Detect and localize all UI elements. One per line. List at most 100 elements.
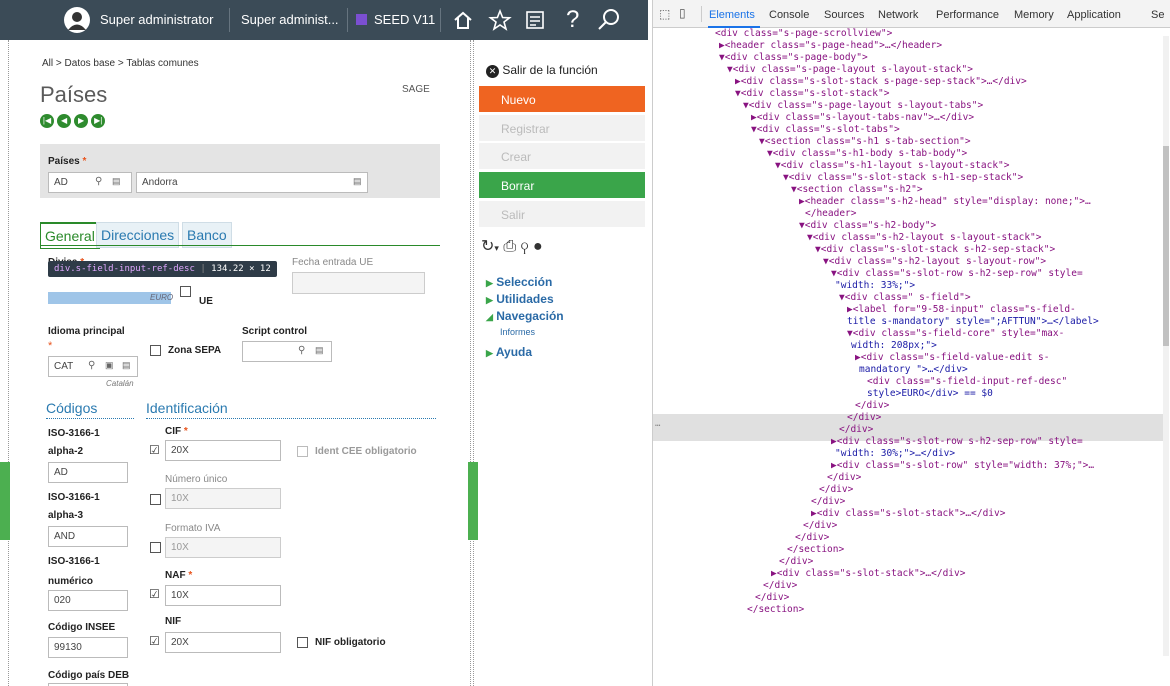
search-icon[interactable]: ⚲	[95, 176, 102, 187]
dom-node-line[interactable]: </div>	[839, 424, 873, 436]
dom-node-line[interactable]: </header>	[805, 208, 856, 220]
nif-oblig-checkbox[interactable]	[297, 637, 308, 648]
fecha-ue-input[interactable]	[292, 272, 425, 294]
prev-record-icon[interactable]: ◀	[57, 114, 72, 128]
chevron-down-icon[interactable]: ▾	[494, 243, 499, 253]
borrar-button[interactable]: Borrar	[479, 172, 645, 198]
dom-node-line[interactable]: ▼<div class="s-page-layout s-layout-tabs…	[743, 100, 983, 112]
menu-seleccion[interactable]: ▶ Selección	[486, 275, 552, 289]
list-icon[interactable]: ▤	[122, 360, 131, 371]
naf-input[interactable]: 10X	[165, 585, 281, 606]
dom-node-line[interactable]: ▶<div class="s-slot-stack">…</div>	[811, 508, 1005, 520]
dom-node-line[interactable]: ▶<header class="s-h2-head" style="displa…	[799, 196, 1091, 208]
list-icon[interactable]: ▤	[315, 345, 324, 356]
dom-node-line[interactable]: ▼<div class="s-h1-layout s-layout-stack"…	[775, 160, 1010, 172]
tab-sources[interactable]: Sources	[824, 9, 864, 21]
refresh-icon[interactable]: ↻	[481, 238, 494, 255]
formato-iva-checkbox[interactable]	[150, 542, 161, 553]
tab-network[interactable]: Network	[878, 9, 918, 21]
menu-utilidades[interactable]: ▶ Utilidades	[486, 292, 554, 306]
dom-node-line[interactable]: ▼<section class="s-h1 s-tab-section">	[759, 136, 971, 148]
dom-node-line[interactable]: "width: 30%;">…</div>	[835, 448, 955, 460]
formato-iva-input[interactable]: 10X	[165, 537, 281, 558]
list-icon[interactable]: ▤	[112, 176, 121, 187]
naf-checkbox[interactable]: ☑	[149, 587, 160, 601]
dom-node-line[interactable]: ▼<div class="s-h2-layout s-layout-row">	[823, 256, 1046, 268]
dom-node-line[interactable]: ▶<label for="9-58-input" class="s-field-	[847, 304, 1076, 316]
iso-alpha2-input[interactable]: AD	[48, 462, 128, 483]
breadcrumb-item[interactable]: Datos base	[65, 58, 116, 69]
dom-node-line[interactable]: ▶<div class="s-field-value-edit s-	[855, 352, 1049, 364]
dom-node-line[interactable]: ▼<div class="s-slot-tabs">	[751, 124, 900, 136]
dom-node-line[interactable]: ▼<div class="s-slot-stack s-h1-sep-stack…	[783, 172, 1023, 184]
dom-node-line[interactable]: </div>	[763, 580, 797, 592]
dom-node-line[interactable]: ▼<div class="s-h2-body">	[799, 220, 936, 232]
dom-node-line[interactable]: <div class="s-field-input-ref-desc"	[867, 376, 1067, 388]
right-collapse-handle[interactable]	[468, 462, 478, 540]
dom-node-line[interactable]: ▶<header class="s-page-head">…</header>	[719, 40, 942, 52]
dom-node-line[interactable]: ▼<section class="s-h2">	[791, 184, 923, 196]
menu-ayuda[interactable]: ▶ Ayuda	[486, 345, 532, 359]
dom-node-line[interactable]: width: 208px;">	[851, 340, 937, 352]
dom-node-line[interactable]: </div>	[795, 532, 829, 544]
dom-node-line[interactable]: </div>	[819, 484, 853, 496]
dom-node-line[interactable]: ▼<div class=" s-field">	[839, 292, 971, 304]
nuevo-button[interactable]: Nuevo	[479, 86, 645, 112]
comment-icon[interactable]: ●	[533, 238, 543, 255]
dom-node-line[interactable]: </div>	[847, 412, 881, 424]
exit-function-button[interactable]: ✕ Salir de la función	[486, 63, 598, 78]
ue-checkbox[interactable]	[180, 286, 191, 297]
attachment-icon[interactable]: ⚲	[521, 238, 529, 255]
tab-application[interactable]: Application	[1067, 9, 1121, 21]
zona-sepa-checkbox[interactable]	[150, 345, 161, 356]
numero-unico-input[interactable]: 10X	[165, 488, 281, 509]
dom-node-line[interactable]: </div>	[755, 592, 789, 604]
registrar-button[interactable]: Registrar	[479, 115, 645, 141]
folder-name[interactable]: SEED V11	[374, 12, 435, 27]
search-icon[interactable]	[596, 7, 622, 33]
menu-informes[interactable]: Informes	[500, 327, 535, 337]
dom-node-line[interactable]: ▼<div class="s-h2-layout s-layout-stack"…	[807, 232, 1042, 244]
tab-elements[interactable]: Elements	[709, 9, 755, 21]
tab-memory[interactable]: Memory	[1014, 9, 1054, 21]
dom-node-line[interactable]: ▼<div class="s-slot-stack s-h2-sep-stack…	[815, 244, 1055, 256]
crear-button[interactable]: Crear	[479, 143, 645, 169]
search-icon[interactable]: ⚲	[298, 345, 305, 356]
ident-cee-checkbox[interactable]	[297, 446, 308, 457]
country-description-input[interactable]: Andorra	[136, 172, 368, 193]
next-record-icon[interactable]: ▶	[74, 114, 89, 128]
avatar[interactable]	[64, 7, 90, 33]
list-icon[interactable]: ▤	[353, 176, 362, 187]
dom-node-line[interactable]: ▼<div class="s-field-core" style="max-	[847, 328, 1064, 340]
dom-node-line[interactable]: ▼<div class="s-slot-stack">	[735, 88, 889, 100]
devtools-scrollbar-thumb[interactable]	[1163, 146, 1169, 346]
help-icon[interactable]: ?	[566, 6, 579, 34]
dom-node-line[interactable]: ▶<div class="s-slot-stack s-page-sep-sta…	[735, 76, 1027, 88]
menu-navegacion[interactable]: ◢ Navegación	[486, 309, 564, 323]
dom-node-line[interactable]: </div>	[779, 556, 813, 568]
device-icon[interactable]: ▯	[679, 6, 686, 20]
breadcrumb-item[interactable]: Tablas comunes	[126, 58, 198, 69]
last-record-icon[interactable]: ▶|	[91, 114, 106, 128]
star-icon[interactable]	[488, 8, 512, 32]
left-collapse-handle[interactable]	[0, 462, 10, 540]
tab-console[interactable]: Console	[769, 9, 809, 21]
tab-performance[interactable]: Performance	[936, 9, 999, 21]
search-icon[interactable]: ⚲	[88, 360, 95, 371]
dom-node-line[interactable]: </div>	[803, 520, 837, 532]
home-icon[interactable]	[452, 9, 474, 31]
nif-input[interactable]: 20X	[165, 632, 281, 653]
detail-icon[interactable]: ▣	[105, 360, 114, 371]
dom-node-line[interactable]: ▼<div class="s-page-body">	[719, 52, 868, 64]
dom-node-line[interactable]: </div>	[855, 400, 889, 412]
breadcrumb-item[interactable]: All	[42, 58, 53, 69]
nif-checkbox[interactable]: ☑	[149, 634, 160, 648]
dom-node-line[interactable]: ▶<div class="s-slot-row s-h2-sep-row" st…	[831, 436, 1083, 448]
dom-node-line[interactable]: ▼<div class="s-slot-row s-h2-sep-row" st…	[831, 268, 1083, 280]
dom-node-line[interactable]: ▶<div class="s-layout-tabs-nav">…</div>	[751, 112, 974, 124]
inspect-icon[interactable]: ⬚	[659, 7, 670, 21]
dom-node-line[interactable]: title s-mandatory" style=";AFTTUN">…</la…	[847, 316, 1099, 328]
cif-input[interactable]: 20X	[165, 440, 281, 461]
dom-node-line[interactable]: ▼<div class="s-h1-body s-tab-body">	[767, 148, 967, 160]
role-name[interactable]: Super administ...	[241, 12, 339, 27]
